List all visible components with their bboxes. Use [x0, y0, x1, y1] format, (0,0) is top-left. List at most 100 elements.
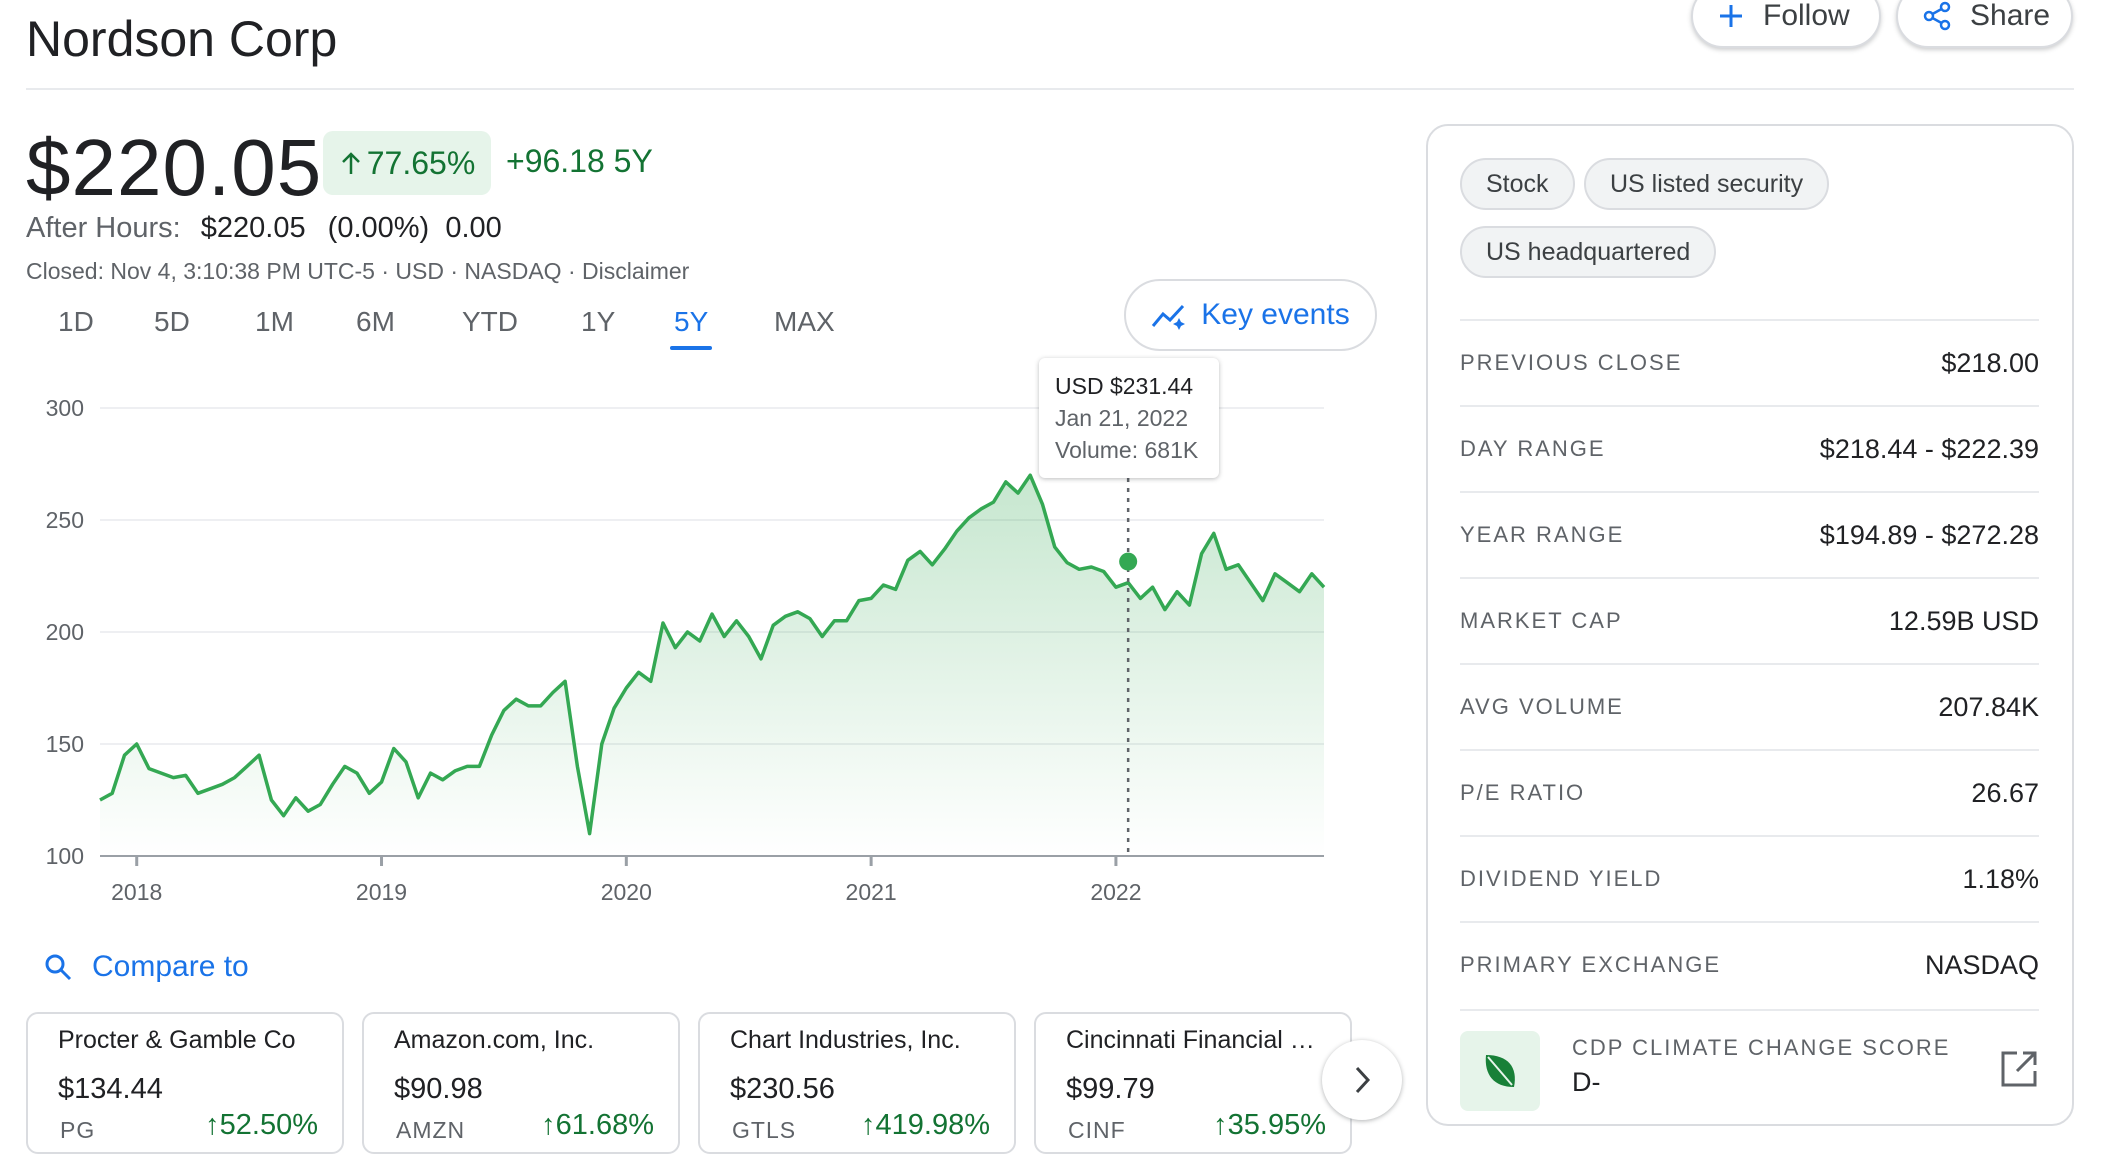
- y-tick-label: 250: [46, 507, 84, 533]
- share-label: Share: [1970, 0, 2051, 32]
- change-percent: 77.65%: [366, 144, 476, 181]
- card-price: $90.98: [394, 1073, 483, 1105]
- stat-row-avg-volume: AVG VOLUME 207.84K: [1460, 663, 2039, 749]
- stat-label: PREVIOUS CLOSE: [1460, 350, 1683, 375]
- search-icon: [45, 954, 72, 981]
- card-change: ↑61.68%: [541, 1109, 654, 1141]
- compare-card-amzn[interactable]: Amazon.com, Inc. $90.98 AMZN ↑61.68%: [362, 1012, 680, 1154]
- share-icon: [1922, 1, 1952, 31]
- after-hours-change: (0.00%) 0.00: [327, 212, 502, 244]
- stat-row-year-range: YEAR RANGE $194.89 - $272.28: [1460, 491, 2039, 577]
- arrow-up-icon: ↑: [205, 1109, 220, 1141]
- tooltip-date: Jan 21, 2022: [1055, 405, 1189, 431]
- stat-row-day-range: DAY RANGE $218.44 - $222.39: [1460, 405, 2039, 491]
- arrow-up-icon: [339, 150, 363, 176]
- cdp-value: D-: [1572, 1067, 1601, 1097]
- x-tick-label: 2022: [1090, 879, 1141, 905]
- stat-value: 26.67: [1971, 777, 2039, 808]
- compare-card-pg[interactable]: Procter & Gamble Co $134.44 PG ↑52.50%: [26, 1012, 344, 1154]
- tab-ytd[interactable]: YTD: [462, 306, 518, 338]
- card-company-name: Chart Industries, Inc.: [730, 1026, 961, 1054]
- card-company-name: Amazon.com, Inc.: [394, 1026, 595, 1054]
- stat-label: AVG VOLUME: [1460, 694, 1624, 719]
- y-tick-label: 150: [46, 731, 84, 757]
- stat-label: P/E RATIO: [1460, 780, 1586, 805]
- open-in-new-icon[interactable]: [1999, 1049, 2039, 1089]
- card-company-name: Procter & Gamble Co: [58, 1026, 296, 1054]
- next-cards-button[interactable]: [1322, 1040, 1402, 1120]
- card-price: $134.44: [58, 1073, 163, 1105]
- tab-1d[interactable]: 1D: [58, 306, 94, 338]
- current-price: $220.05: [26, 123, 323, 212]
- tab-5y[interactable]: 5Y: [669, 306, 713, 350]
- x-tick-label: 2019: [356, 879, 407, 905]
- card-price: $99.79: [1066, 1073, 1155, 1105]
- stat-value: NASDAQ: [1924, 949, 2039, 980]
- header-divider: [26, 88, 2074, 90]
- card-ticker: CINF: [1068, 1117, 1126, 1143]
- after-hours-price: $220.05: [200, 212, 306, 244]
- arrow-up-icon: ↑: [541, 1109, 556, 1141]
- stat-value: 1.18%: [1962, 863, 2039, 894]
- plus-icon: [1717, 2, 1745, 30]
- cdp-score-row[interactable]: CDP CLIMATE CHANGE SCORE D-: [1460, 1009, 2039, 1111]
- trend-sparkle-icon: [1152, 304, 1186, 330]
- stat-value: 207.84K: [1938, 691, 2039, 722]
- tab-1y[interactable]: 1Y: [581, 306, 615, 338]
- chip-us-listed-security[interactable]: US listed security: [1584, 158, 1830, 210]
- after-hours-label: After Hours:: [26, 212, 181, 244]
- chevron-right-icon: [1355, 1066, 1371, 1094]
- stat-value: $194.89 - $272.28: [1819, 519, 2039, 550]
- tab-5d[interactable]: 5D: [154, 306, 190, 338]
- share-button[interactable]: Share: [1896, 0, 2073, 48]
- hover-point: [1119, 552, 1138, 571]
- stat-label: DAY RANGE: [1460, 436, 1606, 461]
- price-area: [100, 475, 1324, 856]
- card-price: $230.56: [730, 1073, 835, 1105]
- stat-row-primary-exchange: PRIMARY EXCHANGE NASDAQ: [1460, 921, 2039, 1007]
- x-tick-label: 2020: [601, 879, 652, 905]
- arrow-up-icon: ↑: [861, 1109, 876, 1141]
- chip-stock[interactable]: Stock: [1460, 158, 1575, 210]
- chip-us-headquartered[interactable]: US headquartered: [1460, 226, 1717, 278]
- stat-value: 12.59B USD: [1888, 605, 2039, 636]
- cdp-label: CDP CLIMATE CHANGE SCORE: [1572, 1035, 1951, 1060]
- stat-row-pe-ratio: P/E RATIO 26.67: [1460, 749, 2039, 835]
- x-tick-label: 2018: [111, 879, 162, 905]
- change-absolute: +96.18 5Y: [506, 143, 653, 179]
- stat-label: YEAR RANGE: [1460, 522, 1625, 547]
- follow-label: Follow: [1763, 0, 1850, 32]
- card-change: ↑52.50%: [205, 1109, 318, 1141]
- compare-card-gtls[interactable]: Chart Industries, Inc. $230.56 GTLS ↑419…: [698, 1012, 1016, 1154]
- leaf-icon: [1460, 1031, 1540, 1111]
- change-percent-badge: 77.65%: [323, 131, 491, 195]
- tooltip-price: USD $231.44: [1055, 373, 1194, 399]
- after-hours-line: After Hours: $220.05 (0.00%) 0.00: [26, 212, 502, 245]
- card-ticker: GTLS: [732, 1117, 797, 1143]
- chart-tooltip: USD $231.44 Jan 21, 2022 Volume: 681K: [1039, 358, 1219, 478]
- compare-card-cinf[interactable]: Cincinnati Financial Co... $99.79 CINF ↑…: [1034, 1012, 1352, 1154]
- card-change: ↑35.95%: [1213, 1109, 1326, 1141]
- stat-label: PRIMARY EXCHANGE: [1460, 952, 1722, 977]
- compare-to-button[interactable]: Compare to: [44, 950, 249, 984]
- stat-row-market-cap: MARKET CAP 12.59B USD: [1460, 577, 2039, 663]
- stat-row-previous-close: PREVIOUS CLOSE $218.00: [1460, 319, 2039, 405]
- stats-table: PREVIOUS CLOSE $218.00 DAY RANGE $218.44…: [1460, 319, 2039, 1007]
- card-ticker: PG: [60, 1117, 96, 1143]
- stat-label: MARKET CAP: [1460, 608, 1623, 633]
- stat-value: $218.44 - $222.39: [1819, 433, 2039, 464]
- stat-value: $218.00: [1941, 347, 2039, 378]
- stat-row-dividend-yield: DIVIDEND YIELD 1.18%: [1460, 835, 2039, 921]
- follow-button[interactable]: Follow: [1691, 0, 1881, 48]
- page-title: Nordson Corp: [26, 11, 338, 67]
- card-change: ↑419.98%: [861, 1109, 990, 1141]
- key-events-label: Key events: [1201, 298, 1350, 331]
- tab-max[interactable]: MAX: [774, 306, 835, 338]
- tab-1m[interactable]: 1M: [255, 306, 294, 338]
- tab-6m[interactable]: 6M: [356, 306, 395, 338]
- key-events-button[interactable]: Key events: [1124, 279, 1377, 351]
- market-status-line[interactable]: Closed: Nov 4, 3:10:38 PM UTC-5 · USD · …: [26, 258, 689, 285]
- x-tick-label: 2021: [846, 879, 897, 905]
- card-company-name: Cincinnati Financial Co...: [1066, 1026, 1320, 1054]
- arrow-up-icon: ↑: [1213, 1109, 1228, 1141]
